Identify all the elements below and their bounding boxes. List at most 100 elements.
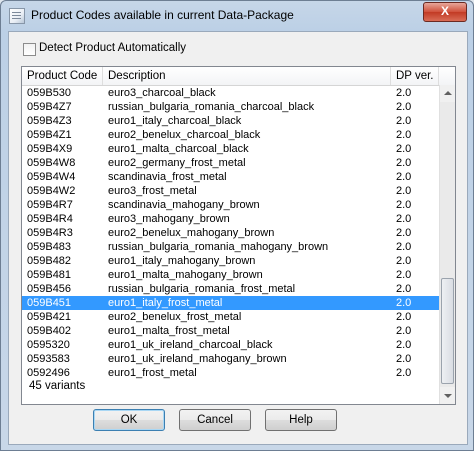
description-cell: scandinavia_frost_metal xyxy=(108,171,227,183)
table-row[interactable]: 059B481 euro1_malta_mahogany_brown 2.0 xyxy=(22,268,439,282)
product-code-cell: 059B4Z3 xyxy=(27,115,72,127)
dialog-window: Product Codes available in current Data-… xyxy=(0,0,474,451)
product-code-cell: 059B451 xyxy=(27,297,72,309)
table-row[interactable]: 059B482 euro1_italy_mahogany_brown 2.0 xyxy=(22,254,439,268)
description-cell: euro2_germany_frost_metal xyxy=(108,157,246,169)
description-cell: euro1_malta_charcoal_black xyxy=(108,143,249,155)
arrow-up-icon xyxy=(444,91,452,95)
dp-version-cell: 2.0 xyxy=(396,367,412,379)
table-row[interactable]: 059B402 euro1_malta_frost_metal 2.0 xyxy=(22,324,439,338)
product-code-cell: 059B4W4 xyxy=(27,171,76,183)
dp-version-cell: 2.0 xyxy=(396,339,412,351)
dp-version-cell: 2.0 xyxy=(396,325,412,337)
product-code-cell: 059B4W2 xyxy=(27,185,76,197)
detect-product-checkbox[interactable] xyxy=(23,43,36,56)
dp-version-cell: 2.0 xyxy=(396,241,412,253)
description-cell: euro2_benelux_charcoal_black xyxy=(108,129,261,141)
dp-version-cell: 2.0 xyxy=(396,115,412,127)
scroll-up-button[interactable] xyxy=(440,85,455,102)
description-cell: euro1_malta_mahogany_brown xyxy=(108,269,263,281)
description-cell: euro1_malta_frost_metal xyxy=(108,325,230,337)
description-cell: euro1_italy_charcoal_black xyxy=(108,115,242,127)
list-rows: 059B530 euro3_charcoal_black 2.0 059B4Z7 rus… xyxy=(22,86,439,404)
description-cell: euro1_italy_mahogany_brown xyxy=(108,255,256,267)
product-code-cell: 059B4R7 xyxy=(27,199,73,211)
dp-version-cell: 2.0 xyxy=(396,157,412,169)
description-cell: euro2_benelux_mahogany_brown xyxy=(108,227,275,239)
description-cell: russian_bulgaria_romania_mahogany_brown xyxy=(108,241,329,253)
dp-version-cell: 2.0 xyxy=(396,143,412,155)
scrollbar-thumb[interactable] xyxy=(441,278,454,384)
product-code-cell: 0592496 xyxy=(27,367,70,379)
table-row[interactable]: 059B4W8 euro2_germany_frost_metal 2.0 xyxy=(22,156,439,170)
product-code-cell: 059B402 xyxy=(27,325,72,337)
product-code-cell: 059B481 xyxy=(27,269,72,281)
table-row[interactable]: 059B4X9 euro1_malta_charcoal_black 2.0 xyxy=(22,142,439,156)
table-row[interactable]: 059B421 euro2_benelux_frost_metal 2.0 xyxy=(22,310,439,324)
description-cell: euro3_frost_metal xyxy=(108,185,197,197)
vertical-scrollbar[interactable] xyxy=(439,85,455,404)
description-cell: euro1_uk_ireland_charcoal_black xyxy=(108,339,273,351)
description-cell: euro1_italy_frost_metal xyxy=(108,297,223,309)
title-bar[interactable]: Product Codes available in current Data-… xyxy=(1,1,473,31)
column-header-product-code[interactable]: Product Code xyxy=(22,67,103,85)
table-row[interactable]: 059B456 russian_bulgaria_romania_frost_me… xyxy=(22,282,439,296)
table-row[interactable]: 059B4W4 scandinavia_frost_metal 2.0 xyxy=(22,170,439,184)
product-code-cell: 0595320 xyxy=(27,339,70,351)
help-button[interactable]: Help xyxy=(265,409,337,431)
column-header-description[interactable]: Description xyxy=(103,67,391,85)
product-code-list[interactable]: Product Code Description DP ver. 059B530… xyxy=(21,66,456,405)
scroll-down-button[interactable] xyxy=(440,387,455,404)
dialog-body: Detect Product Automatically Product Cod… xyxy=(8,31,468,445)
cancel-button[interactable]: Cancel xyxy=(179,409,251,431)
dp-version-cell: 2.0 xyxy=(396,311,412,323)
description-cell: euro3_charcoal_black xyxy=(108,87,216,99)
description-cell: euro1_frost_metal xyxy=(108,367,197,379)
product-code-cell: 059B4Z1 xyxy=(27,129,72,141)
product-code-cell: 059B483 xyxy=(27,241,72,253)
table-row[interactable]: 0595320 euro1_uk_ireland_charcoal_black 2.… xyxy=(22,338,439,352)
window-title: Product Codes available in current Data-… xyxy=(31,8,294,22)
dp-version-cell: 2.0 xyxy=(396,185,412,197)
table-row[interactable]: 059B530 euro3_charcoal_black 2.0 xyxy=(22,86,439,100)
product-code-cell: 059B4R3 xyxy=(27,227,73,239)
dp-version-cell: 2.0 xyxy=(396,283,412,295)
column-header-dp-version[interactable]: DP ver. xyxy=(391,67,439,85)
table-row[interactable]: 059B4R7 scandinavia_mahogany_brown 2.0 xyxy=(22,198,439,212)
table-row[interactable]: 059B4R4 euro3_mahogany_brown 2.0 xyxy=(22,212,439,226)
arrow-down-icon xyxy=(444,394,452,398)
table-row[interactable]: 059B4Z7 russian_bulgaria_romania_charcoal… xyxy=(22,100,439,114)
product-code-cell: 059B4X9 xyxy=(27,143,73,155)
dp-version-cell: 2.0 xyxy=(396,353,412,365)
product-code-cell: 059B421 xyxy=(27,311,72,323)
table-row[interactable]: 0592496 euro1_frost_metal 2.0 xyxy=(22,366,439,380)
dp-version-cell: 2.0 xyxy=(396,129,412,141)
description-cell: euro2_benelux_frost_metal xyxy=(108,311,242,323)
table-row[interactable]: 059B451 euro1_italy_frost_metal 2.0 xyxy=(22,296,439,310)
description-cell: russian_bulgaria_romania_charcoal_black xyxy=(108,101,315,113)
table-row[interactable]: 059B4R3 euro2_benelux_mahogany_brown 2.0 xyxy=(22,226,439,240)
table-row[interactable]: 0593583 euro1_uk_ireland_mahogany_brown 2.… xyxy=(22,352,439,366)
product-code-cell: 059B4R4 xyxy=(27,213,73,225)
table-row[interactable]: 059B483 russian_bulgaria_romania_mahogany… xyxy=(22,240,439,254)
dp-version-cell: 2.0 xyxy=(396,87,412,99)
dp-version-cell: 2.0 xyxy=(396,255,412,267)
variant-count: 45 variants xyxy=(29,380,86,392)
dp-version-cell: 2.0 xyxy=(396,227,412,239)
app-icon xyxy=(9,8,25,24)
table-row[interactable]: 059B4Z1 euro2_benelux_charcoal_black 2.0 xyxy=(22,128,439,142)
product-code-cell: 059B456 xyxy=(27,283,72,295)
detect-product-label[interactable]: Detect Product Automatically xyxy=(39,42,186,54)
table-row[interactable]: 059B4W2 euro3_frost_metal 2.0 xyxy=(22,184,439,198)
description-cell: euro3_mahogany_brown xyxy=(108,213,230,225)
product-code-cell: 0593583 xyxy=(27,353,70,365)
ok-button[interactable]: OK xyxy=(93,409,165,431)
dp-version-cell: 2.0 xyxy=(396,269,412,281)
table-row[interactable]: 059B4Z3 euro1_italy_charcoal_black 2.0 xyxy=(22,114,439,128)
dp-version-cell: 2.0 xyxy=(396,199,412,211)
dp-version-cell: 2.0 xyxy=(396,171,412,183)
close-button[interactable]: X xyxy=(423,2,467,22)
description-cell: euro1_uk_ireland_mahogany_brown xyxy=(108,353,287,365)
description-cell: russian_bulgaria_romania_frost_metal xyxy=(108,283,296,295)
product-code-cell: 059B4Z7 xyxy=(27,101,72,113)
